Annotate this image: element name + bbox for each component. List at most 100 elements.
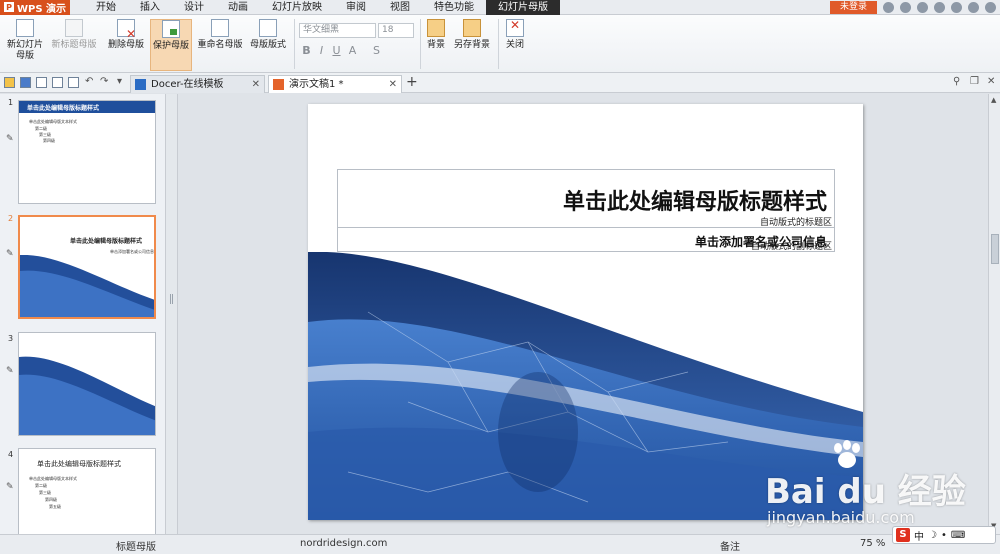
- save-background-button[interactable]: 另存背景: [451, 19, 493, 71]
- shirt-icon[interactable]: [917, 1, 928, 13]
- close-doc-icon[interactable]: ✕: [987, 76, 995, 87]
- strikethrough-button[interactable]: S: [370, 44, 383, 58]
- zoom-level[interactable]: 75 %: [860, 538, 885, 549]
- delete-master-button[interactable]: 删除母版: [104, 19, 148, 71]
- ribbon-separator: [294, 19, 295, 69]
- new-tab-button[interactable]: +: [406, 74, 418, 90]
- underline-button[interactable]: U: [330, 44, 343, 58]
- minimize-icon[interactable]: [951, 1, 962, 13]
- tab-docer[interactable]: Docer-在线模板 ✕: [130, 75, 265, 93]
- thumb-title: 单击此处编辑母版标题样式: [70, 238, 143, 245]
- pin-icon[interactable]: ⚲: [953, 76, 960, 87]
- notes-toggle[interactable]: 备注: [720, 538, 740, 553]
- close-icon[interactable]: [985, 1, 996, 13]
- menu-review[interactable]: 审阅: [334, 0, 378, 15]
- vertical-scrollbar[interactable]: ▲ ▼: [988, 94, 1000, 534]
- background-button[interactable]: 背景: [424, 19, 448, 71]
- thumb-number: 4: [8, 450, 14, 459]
- open-icon[interactable]: [4, 77, 15, 88]
- tab-close-icon[interactable]: ✕: [252, 76, 260, 93]
- tab-document-label: 演示文稿1 *: [289, 79, 344, 90]
- scrollbar-thumb[interactable]: [991, 234, 999, 264]
- italic-button[interactable]: I: [315, 44, 328, 58]
- menu-bar: P WPS 演示 开始 插入 设计 动画 幻灯片放映 审阅 视图 特色功能 幻灯…: [0, 0, 1000, 15]
- font-name-select[interactable]: 华文细黑: [299, 23, 376, 38]
- login-button[interactable]: 未登录: [829, 0, 877, 14]
- master-layout-label: 母版版式: [249, 40, 286, 50]
- thumbnail-slide[interactable]: [18, 332, 156, 436]
- new-slide-master-button[interactable]: 新幻灯片 母版: [4, 19, 46, 71]
- splitter-grip[interactable]: [170, 294, 173, 304]
- delete-master-icon: [117, 19, 136, 40]
- preview-icon[interactable]: [68, 77, 79, 88]
- docer-icon: [135, 79, 146, 90]
- save-background-label: 另存背景: [453, 40, 490, 50]
- new-title-master-button[interactable]: 新标题母版: [48, 19, 100, 71]
- maximize-icon[interactable]: [968, 1, 979, 13]
- ribbon-separator: [498, 19, 499, 69]
- settings-icon[interactable]: [934, 1, 945, 13]
- thumb-text: 单击此处编辑母版文本样式: [29, 476, 77, 481]
- thumb-text: 第四级: [43, 138, 55, 143]
- ribbon-separator: [420, 19, 421, 69]
- pin-icon: ✎: [6, 366, 14, 376]
- menu-insert[interactable]: 插入: [128, 0, 172, 15]
- font-size-select[interactable]: 18: [378, 23, 414, 38]
- thumbnail-slide[interactable]: 单击此处编辑母版标题样式 单击此处编辑母版文本样式 第二级 第三级 第四级: [18, 100, 156, 204]
- protect-master-button[interactable]: 保护母版: [150, 19, 192, 71]
- tab-document[interactable]: 演示文稿1 * ✕: [268, 75, 402, 93]
- title-placeholder[interactable]: 单击此处编辑母版标题样式 自动版式的标题区: [337, 169, 835, 228]
- thumbnail-slide-selected[interactable]: 单击此处编辑母版标题样式 单击添加署名或公司信息: [18, 215, 156, 319]
- close-master-button[interactable]: 关闭: [503, 19, 527, 71]
- quick-access-toolbar: ↶ ↷ ▾ Docer-在线模板 ✕ 演示文稿1 * ✕ + ⚲ ❐ ✕: [0, 73, 1000, 93]
- menu-features[interactable]: 特色功能: [422, 0, 486, 15]
- app-menu-button[interactable]: P WPS 演示: [0, 0, 70, 15]
- new-master-icon: [16, 19, 34, 37]
- print-icon[interactable]: [52, 77, 63, 88]
- undo-icon[interactable]: ↶: [85, 76, 93, 87]
- master-layout-icon: [259, 19, 277, 37]
- rename-master-button[interactable]: 重命名母版: [195, 19, 245, 71]
- rename-master-icon: [211, 19, 229, 37]
- thumb-text: 第五级: [49, 504, 61, 509]
- save-background-icon: [463, 19, 481, 37]
- tab-close-icon[interactable]: ✕: [389, 76, 397, 93]
- menu-slideshow[interactable]: 幻灯片放映: [260, 0, 334, 15]
- subtitle-placeholder[interactable]: 单击添加署名或公司信息 自动版式的副标题区: [337, 227, 835, 252]
- ime-toolbar[interactable]: S 中 ☽ • ⌨: [892, 526, 996, 544]
- thumb-title: 单击此处编辑母版标题样式: [27, 105, 100, 112]
- rename-master-label: 重命名母版: [197, 40, 243, 50]
- panel-splitter[interactable]: [166, 94, 178, 534]
- save-icon[interactable]: [20, 77, 31, 88]
- pin-icon: ✎: [6, 134, 14, 144]
- thumb-text: 单击此处编辑母版文本样式: [29, 119, 77, 124]
- thumb-number: 1: [8, 98, 14, 107]
- export-icon[interactable]: [36, 77, 47, 88]
- chevron-down-icon[interactable]: ▾: [117, 76, 122, 87]
- punctuation-icon[interactable]: •: [941, 530, 947, 541]
- menu-home[interactable]: 开始: [84, 0, 128, 15]
- thumb-text: 第四级: [45, 497, 57, 502]
- keyboard-icon[interactable]: ⌨: [951, 530, 965, 541]
- new-title-master-label: 新标题母版: [51, 40, 97, 50]
- menu-animation[interactable]: 动画: [216, 0, 260, 15]
- moon-icon[interactable]: ☽: [928, 530, 937, 541]
- skin-icon[interactable]: [883, 1, 894, 13]
- thumb-wave-graphic: [19, 356, 155, 435]
- menu-view[interactable]: 视图: [378, 0, 422, 15]
- redo-icon[interactable]: ↷: [100, 76, 108, 87]
- menu-slide-master[interactable]: 幻灯片母版: [486, 0, 560, 15]
- bold-button[interactable]: B: [300, 44, 313, 58]
- ime-mode[interactable]: 中: [914, 528, 924, 543]
- ribbon: 新幻灯片 母版 新标题母版 删除母版 保护母版 重命名母版 母版版式 华文细黑 …: [0, 15, 1000, 73]
- scroll-up-icon[interactable]: ▲: [991, 96, 996, 104]
- slide-title[interactable]: 单击此处编辑母版标题样式: [563, 184, 827, 216]
- restore-icon[interactable]: ❐: [970, 76, 979, 87]
- sogou-icon: S: [896, 528, 910, 542]
- master-layout-button[interactable]: 母版版式: [247, 19, 289, 71]
- help-icon[interactable]: [900, 1, 911, 13]
- shadow-button[interactable]: A: [346, 44, 359, 58]
- new-master-label-2: 母版: [15, 51, 34, 61]
- pin-icon: ✎: [6, 249, 14, 259]
- menu-design[interactable]: 设计: [172, 0, 216, 15]
